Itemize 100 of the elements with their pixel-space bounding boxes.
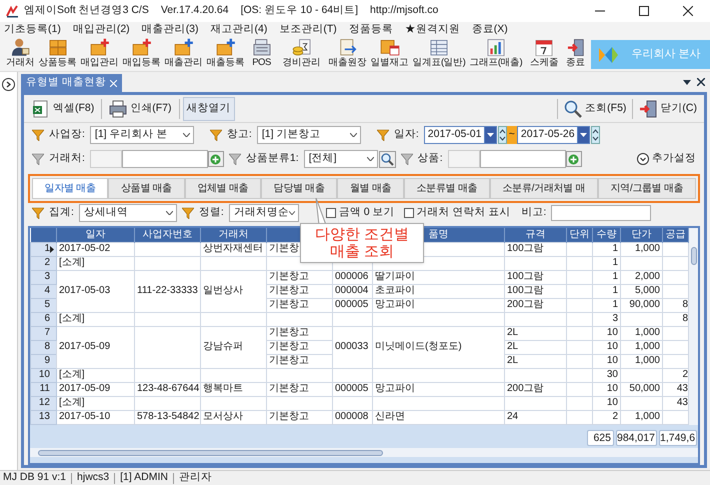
toolbar-button[interactable]: 매입관리 (78, 38, 120, 71)
column-header[interactable]: 일자 (56, 228, 134, 242)
caret-icon (366, 157, 374, 161)
search-button[interactable] (378, 150, 396, 168)
field-label: 사업장: (49, 127, 85, 142)
toolbar-button[interactable]: POS (246, 38, 276, 71)
tab[interactable]: 소분류별 매출 (404, 178, 490, 199)
toolbar-button[interactable]: 매출등록 (204, 38, 246, 71)
tab[interactable]: 업체별 매출 (184, 178, 261, 199)
field-label: 정렬: (198, 205, 224, 220)
menu-item[interactable]: 재고관리(4) (210, 22, 268, 38)
tab[interactable]: 상품별 매출 (108, 178, 185, 199)
toolbar-button[interactable]: 그래프(매출) (467, 38, 524, 71)
toolbar-button[interactable]: 스케줄 (528, 38, 561, 71)
calendar-dropdown-button[interactable] (576, 126, 590, 144)
tab[interactable]: 담당별 매출 (260, 178, 338, 199)
add-button[interactable] (566, 151, 582, 167)
dropdown[interactable]: [1] 우리회사 본 (90, 126, 194, 144)
code-field[interactable] (90, 150, 122, 168)
input-field[interactable] (122, 150, 208, 168)
dropdown[interactable]: [전체] (304, 150, 378, 168)
dropdown[interactable]: [1] 기본창고 (256, 126, 361, 144)
table-cell: 행복마트 (200, 382, 266, 396)
table-cell: 신라면 (372, 410, 504, 424)
toolbar-button[interactable]: 매출관리 (162, 38, 204, 71)
toolbar-button[interactable]: 매출원장 (326, 38, 368, 71)
date-field[interactable]: 2017-05-01 (424, 126, 484, 144)
column-header[interactable]: 단가 (620, 228, 662, 242)
close-icon[interactable] (683, 6, 693, 16)
menu-item[interactable]: 정품등록 (348, 22, 393, 38)
date-field[interactable]: 2017-05-26 (516, 126, 577, 144)
expand-icon[interactable] (2, 78, 15, 91)
column-header[interactable]: 규격 (504, 228, 566, 242)
column-header[interactable]: 거래처 (200, 228, 266, 242)
toolbar-button[interactable]: 종료 (560, 38, 591, 71)
table-cell: 10 (592, 382, 620, 396)
tab[interactable]: 월별 매출 (337, 178, 404, 199)
column-header[interactable]: 단위 (566, 228, 592, 242)
document-tab[interactable]: 유형별 매출현황 (21, 74, 122, 92)
table-cell: 10 (592, 340, 620, 354)
checkbox[interactable]: 거래처 연락처 표시 (404, 205, 510, 221)
spin-icon[interactable] (590, 126, 600, 144)
maximize-icon[interactable] (639, 6, 649, 16)
caret-icon (182, 133, 190, 137)
table-cell: 30 (592, 368, 620, 382)
table-cell: 90,000 (620, 298, 662, 312)
window-title: 엠제이Soft 천년경영3 C/S (24, 3, 149, 18)
status-text: 관리자 (179, 470, 212, 485)
table-cell: 1 (592, 284, 620, 298)
table-cell: 000004 (332, 284, 372, 298)
input-field[interactable] (480, 150, 566, 168)
more-settings-button[interactable]: 추가설정 (637, 151, 696, 167)
table-cell: 딸기파이 (372, 270, 504, 284)
calendar-dropdown-button[interactable] (484, 126, 497, 144)
field-label: 일자: (394, 127, 419, 142)
checkbox[interactable]: 금액 0 보기 (326, 205, 395, 221)
table-cell: 기본창고 (266, 284, 332, 298)
column-header[interactable]: 사업자번호 (134, 228, 200, 242)
tab[interactable]: 일자별 매출 (32, 178, 108, 199)
spin-icon[interactable] (498, 126, 507, 144)
toolbar-button[interactable]: 인쇄(F7) (105, 96, 176, 120)
dropdown[interactable]: 거래처명순 (228, 204, 299, 222)
toolbar-button[interactable]: 일별재고 (368, 38, 410, 71)
tab[interactable]: 소분류/거래처별 매 (490, 178, 598, 199)
dropdown[interactable]: 상세내역 (78, 204, 177, 222)
company-name: 우리회사 본사 (632, 47, 701, 62)
code-field[interactable] (448, 150, 480, 168)
toolbar-button[interactable]: 매입등록 (120, 38, 162, 71)
horizontal-scrollbar[interactable] (30, 448, 698, 457)
close-icon[interactable] (697, 78, 705, 86)
menu-item[interactable]: 보조관리(T) (279, 22, 337, 38)
table-cell: 망고파이 (372, 382, 504, 396)
toolbar-button[interactable]: 거래처 (4, 38, 36, 71)
field-label: 비고: (521, 205, 546, 220)
toolbar-button[interactable]: 엑셀(F8) (28, 96, 98, 120)
menu-item[interactable]: 기초등록(1) (4, 22, 61, 38)
column-header[interactable]: 수량 (592, 228, 620, 242)
menu-item[interactable]: 종료(X) (472, 22, 508, 38)
printer-icon (109, 100, 128, 118)
table-cell: 50,000 (620, 382, 662, 396)
toolbar-button[interactable]: 경비관리 (280, 38, 322, 71)
table-cell: 5,000 (620, 284, 662, 298)
input-field[interactable] (551, 205, 652, 221)
table-cell: 기본창고 (266, 298, 332, 312)
table-cell: [소계] (56, 368, 134, 382)
toolbar-button[interactable]: 새창열기 (182, 96, 234, 120)
toolbar-button[interactable]: 조회(F5) (561, 96, 630, 120)
table-cell: 111-22-33333 (134, 270, 200, 312)
vertical-scrollbar[interactable] (689, 228, 698, 424)
tab[interactable]: 지역/그룹별 매출 (598, 178, 696, 199)
menu-item[interactable]: ★원격지원 (404, 22, 460, 38)
toolbar-button[interactable]: 상품등록 (36, 38, 78, 71)
add-button[interactable] (208, 151, 224, 167)
toolbar-button[interactable]: 일계표(일반) (410, 38, 468, 71)
table-cell: 2017-05-02 (56, 242, 134, 256)
toolbar-button[interactable]: 닫기(C) (636, 96, 700, 120)
dropdown-icon[interactable] (683, 80, 691, 84)
table-cell: 000005 (332, 382, 372, 396)
menu-item[interactable]: 매입관리(2) (72, 22, 130, 38)
menu-item[interactable]: 매출관리(3) (142, 22, 199, 38)
